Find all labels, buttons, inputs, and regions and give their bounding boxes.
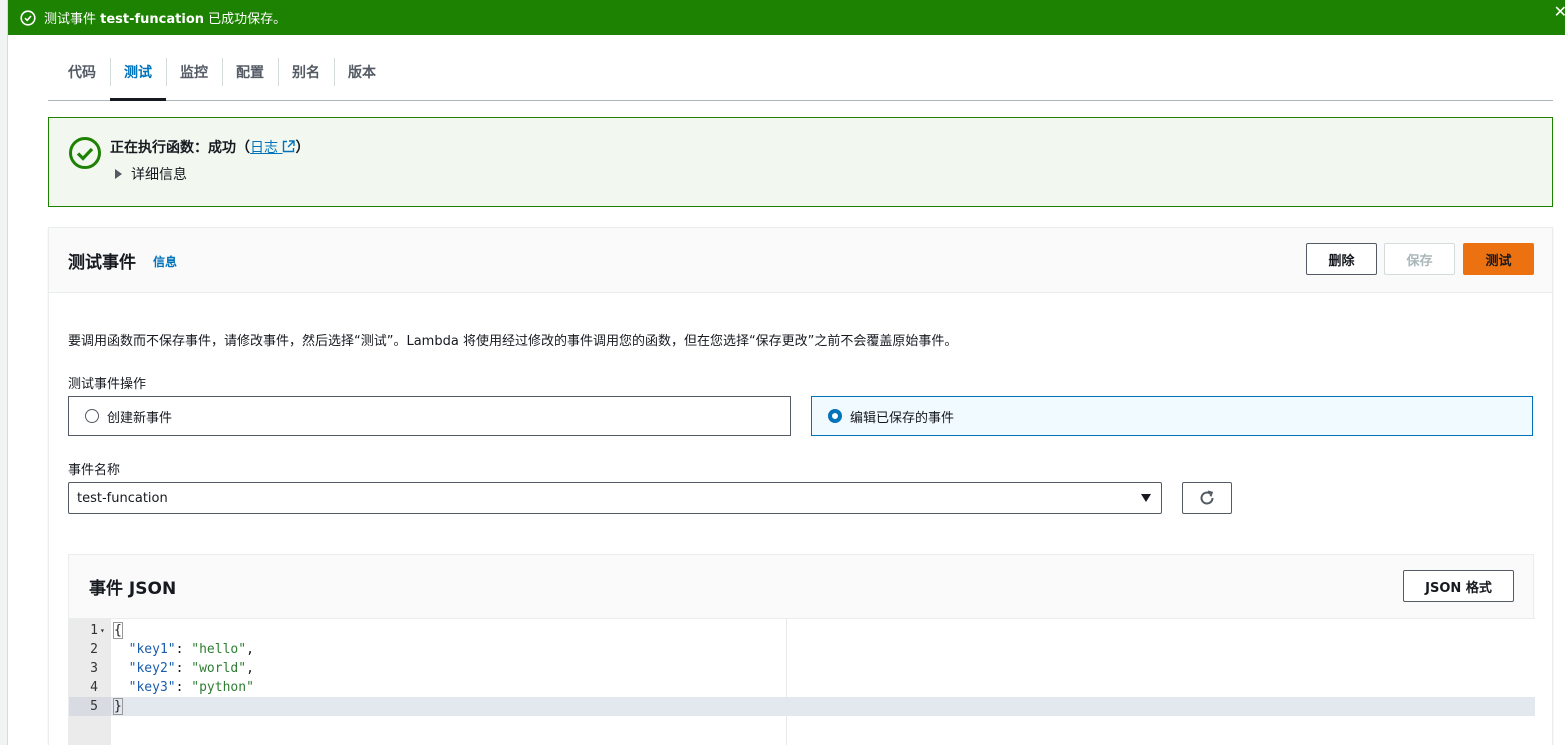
json-panel-title: 事件 JSON (89, 579, 177, 599)
details-expander[interactable]: 详细信息 (115, 164, 187, 184)
event-action-label: 测试事件操作 (68, 377, 147, 392)
caret-right-icon (115, 169, 122, 179)
panel-header: 测试事件 信息 删除 保存 测试 (49, 228, 1552, 293)
tab-5[interactable]: 版本 (334, 44, 390, 100)
panel-title: 测试事件 (68, 253, 136, 273)
function-tabs: 代码 测试 监控 配置 别名 版本 (48, 44, 1553, 101)
line-text: "key1": "hello", (128, 642, 254, 657)
event-name-select[interactable]: test-funcation (68, 482, 1162, 514)
radio-indicator-selected (828, 409, 842, 423)
line-number: 3 (90, 661, 98, 676)
status-positive-icon (68, 136, 102, 170)
json-format-button[interactable]: JSON 格式 (1403, 570, 1514, 602)
line-text: { (113, 622, 123, 639)
save-button[interactable]: 保存 (1384, 243, 1455, 275)
left-rail (0, 0, 8, 745)
caret-down-icon (1141, 494, 1151, 502)
tab-1[interactable]: 测试 (110, 44, 166, 101)
test-event-panel: 测试事件 信息 删除 保存 测试 要调用函数而不保存事件，请修改事件，然后选择“… (48, 227, 1553, 745)
tab-4[interactable]: 别名 (278, 44, 334, 100)
tab-3[interactable]: 配置 (222, 44, 278, 100)
line-text: "key2": "world", (128, 661, 254, 676)
log-link[interactable]: 日志 (250, 140, 296, 156)
details-label: 详细信息 (131, 167, 187, 183)
code-line[interactable]: 2 "key1": "hello", (69, 640, 1535, 659)
refresh-icon (1200, 490, 1214, 505)
test-button[interactable]: 测试 (1463, 243, 1534, 275)
line-number: 4 (90, 680, 98, 695)
radio-label: 创建新事件 (107, 410, 173, 426)
line-text: "key3": "python" (128, 680, 254, 695)
line-number: 5 (69, 697, 111, 716)
status-positive-icon (20, 9, 36, 26)
close-icon[interactable]: ✕ (1554, 2, 1565, 21)
line-number: 2 (90, 642, 98, 657)
code-line[interactable]: 5} (69, 697, 1535, 716)
radio-create-new-event[interactable]: 创建新事件 (68, 396, 791, 436)
radio-edit-saved-event[interactable]: 编辑已保存的事件 (811, 396, 1533, 436)
fold-caret-icon[interactable]: ▾ (100, 621, 105, 640)
flash-success-banner: 测试事件 test-funcation 已成功保存。 ✕ (8, 0, 1565, 35)
tab-2[interactable]: 监控 (166, 44, 222, 100)
code-line[interactable]: 1 ▾ { (69, 621, 1535, 640)
code-line[interactable]: 4 "key3": "python" (69, 678, 1535, 697)
info-link[interactable]: 信息 (153, 253, 177, 270)
line-text: } (113, 698, 123, 715)
refresh-button[interactable] (1182, 482, 1232, 514)
radio-indicator (85, 409, 99, 423)
execution-result-alert: 正在执行函数：成功（日志 ） 详细信息 (48, 117, 1553, 207)
event-name-label: 事件名称 (68, 463, 121, 478)
flash-event-name: test-funcation (100, 12, 205, 27)
line-number: 1 (90, 623, 98, 638)
code-line[interactable]: 3 "key2": "world", (69, 659, 1535, 678)
event-json-panel: 事件 JSON JSON 格式 1 ▾{2 "key1": "hello", 3 "… (68, 554, 1535, 745)
flash-message: 测试事件 test-funcation 已成功保存。 (44, 12, 287, 27)
event-name-value: test-funcation (77, 490, 168, 506)
code-editor[interactable]: 1 ▾{2 "key1": "hello", 3 "key2": "world", 4… (69, 618, 1535, 745)
external-link-icon (283, 140, 296, 153)
panel-description: 要调用函数而不保存事件，请修改事件，然后选择“测试”。Lambda 将使用经过修… (68, 334, 958, 349)
execution-status: 正在执行函数：成功（日志 ） (110, 140, 310, 156)
tab-0[interactable]: 代码 (54, 44, 110, 100)
radio-label: 编辑已保存的事件 (850, 410, 955, 426)
delete-button[interactable]: 删除 (1306, 243, 1377, 275)
